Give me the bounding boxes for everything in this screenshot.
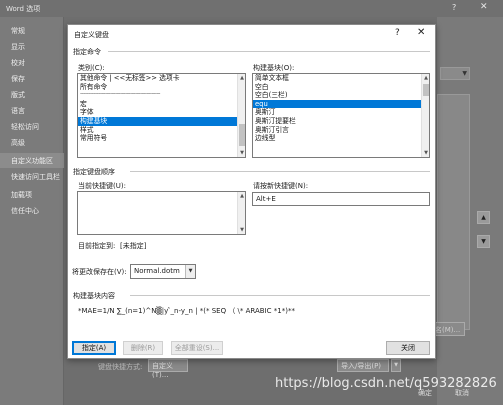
customize-keyboard-button[interactable]: 自定义(T)... — [148, 359, 188, 379]
list-item[interactable]: 字体 — [78, 108, 245, 117]
new-key-label: 请按新快捷键(N): — [253, 182, 309, 190]
list-item[interactable]: 简单文本框 — [253, 74, 429, 83]
nav-item-layout[interactable]: 版式 — [0, 87, 64, 102]
close-icon[interactable]: ✕ — [417, 27, 425, 38]
list-item[interactable]: 奥斯汀引言 — [253, 126, 429, 135]
scroll-down-icon[interactable]: ▼ — [238, 149, 245, 157]
chevron-down-icon[interactable]: ▼ — [185, 265, 195, 278]
list-item[interactable]: 其他命令 | <<无标签>> 选项卡 — [78, 74, 245, 83]
divider — [108, 51, 430, 52]
list-separator: ----------------------------------------… — [80, 91, 160, 98]
divider — [130, 171, 430, 172]
list-item[interactable]: 样式 — [78, 126, 245, 135]
current-keys-label: 当前快捷键(U): — [78, 182, 126, 190]
list-item-selected[interactable]: 构建基块 — [78, 116, 245, 126]
nav-item-trust-center[interactable]: 信任中心 — [0, 203, 64, 218]
dialog-title: 自定义键盘 — [74, 31, 109, 39]
current-keys-list[interactable]: ▲ ▼ — [77, 191, 246, 235]
move-down-icon[interactable]: ▼ — [477, 235, 490, 248]
list-item-selected[interactable]: equ — [253, 99, 429, 109]
scroll-up-icon[interactable]: ▲ — [422, 74, 429, 82]
scroll-down-icon[interactable]: ▼ — [238, 226, 245, 234]
save-changes-label: 将更改保存在(V): — [72, 268, 127, 276]
description-heading: 构建基块内容 — [73, 292, 115, 300]
list-item[interactable]: 空白(三栏) — [253, 91, 429, 100]
list-item[interactable]: 常用符号 — [78, 134, 245, 143]
list-item[interactable]: 奥斯汀 — [253, 108, 429, 117]
list-item[interactable]: 边线型 — [253, 134, 429, 143]
ribbon-tabs-list[interactable] — [437, 94, 470, 330]
nav-item-customize-ribbon[interactable]: 自定义功能区 — [0, 153, 64, 168]
list-item[interactable]: 宏 — [78, 100, 245, 109]
nav-item-general[interactable]: 常规 — [0, 23, 64, 38]
nav-item-save[interactable]: 保存 — [0, 71, 64, 86]
close-button[interactable]: 关闭 — [386, 341, 430, 355]
help-icon[interactable]: ? — [395, 28, 400, 38]
move-up-icon[interactable]: ▲ — [477, 211, 490, 224]
divider — [130, 295, 430, 296]
import-export-button[interactable]: 导入/导出(P) — [337, 359, 389, 372]
nav-item-quick-access-toolbar[interactable]: 快速访问工具栏 — [0, 169, 64, 184]
new-shortcut-input[interactable]: Alt+E — [252, 192, 430, 206]
assign-button[interactable]: 指定(A) — [72, 341, 116, 355]
options-nav: 常规 显示 校对 保存 版式 语言 轻松访问 高级 自定义功能区 快速访问工具栏… — [0, 17, 64, 405]
word-options-titlebar: Word 选项 ? ✕ — [0, 0, 503, 17]
categories-list[interactable]: 其他命令 | <<无标签>> 选项卡 所有命令 ----------------… — [77, 73, 246, 158]
list-item[interactable]: 空白 — [253, 83, 429, 92]
nav-item-accessibility[interactable]: 轻松访问 — [0, 119, 64, 134]
nav-item-display[interactable]: 显示 — [0, 39, 64, 54]
building-blocks-scrollbar[interactable]: ▲ ▼ — [421, 74, 429, 157]
nav-item-add-ins[interactable]: 加载项 — [0, 187, 64, 202]
nav-item-language[interactable]: 语言 — [0, 103, 64, 118]
building-blocks-label: 构建基块(O): — [253, 64, 295, 72]
key-sequence-heading: 指定键盘顺序 — [73, 168, 115, 176]
nav-item-advanced[interactable]: 高级 — [0, 135, 64, 150]
categories-scrollbar[interactable]: ▲ ▼ — [237, 74, 245, 157]
scroll-down-icon[interactable]: ▼ — [422, 149, 429, 157]
nav-item-proofing[interactable]: 校对 — [0, 55, 64, 70]
save-changes-value: Normal.dotm — [134, 267, 180, 275]
list-item[interactable]: 所有命令 — [78, 83, 245, 92]
rename-button[interactable]: 名(M)... — [431, 322, 465, 336]
chevron-down-icon[interactable]: ▼ — [391, 359, 401, 372]
remove-button[interactable]: 删除(R) — [123, 341, 163, 355]
save-changes-select[interactable]: Normal.dotm ▼ — [130, 264, 196, 279]
building-block-content: *MAE=1/N ∑_(n=1)^N▒|y ̂_n-y_n | *(* SEQ … — [78, 307, 295, 315]
tabs-dropdown[interactable] — [440, 67, 470, 80]
scroll-up-icon[interactable]: ▲ — [238, 192, 245, 200]
categories-label: 类别(C): — [78, 64, 105, 72]
building-blocks-list[interactable]: 简单文本框 空白 空白(三栏) equ 奥斯汀 奥斯汀提要栏 奥斯汀引言 边线型… — [252, 73, 430, 158]
currently-assigned-value: [未指定] — [120, 242, 147, 250]
list-item[interactable]: 奥斯汀提要栏 — [253, 117, 429, 126]
close-icon[interactable]: ✕ — [480, 2, 488, 12]
current-keys-scrollbar[interactable]: ▲ ▼ — [237, 192, 245, 234]
reset-all-button[interactable]: 全部重设(S)... — [171, 341, 223, 355]
scrollbar-thumb[interactable] — [239, 124, 245, 146]
customize-keyboard-dialog: 自定义键盘 ? ✕ 指定命令 类别(C): 其他命令 | <<无标签>> 选项卡… — [67, 24, 436, 359]
help-icon[interactable]: ? — [452, 3, 456, 12]
keyboard-shortcuts-label: 键盘快捷方式: — [98, 363, 143, 371]
scroll-up-icon[interactable]: ▲ — [238, 74, 245, 82]
watermark: https://blog.csdn.net/q593282826 — [275, 376, 497, 391]
currently-assigned-label: 目前指定到: — [78, 242, 116, 250]
specify-command-heading: 指定命令 — [73, 48, 101, 56]
word-options-title: Word 选项 — [6, 5, 41, 13]
scrollbar-thumb[interactable] — [423, 84, 429, 96]
